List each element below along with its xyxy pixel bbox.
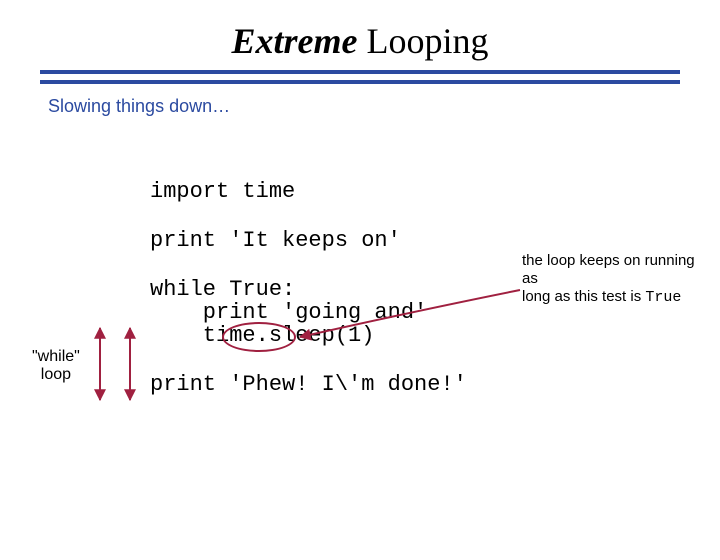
code-line-body1: print 'going and' xyxy=(150,301,467,324)
code-line-print1: print 'It keeps on' xyxy=(150,229,467,252)
annot-line2: long as this test is True xyxy=(522,288,712,307)
loop-annotation: the loop keeps on running as long as thi… xyxy=(522,252,712,307)
while-label-line1: "while" xyxy=(32,348,80,366)
slide-title: Extreme Looping xyxy=(0,20,720,62)
code-line-print2: print 'Phew! I\'m done!' xyxy=(150,373,467,396)
code-line-while: while True: xyxy=(150,278,467,301)
while-loop-label: "while" loop xyxy=(32,348,80,383)
title-rest: Looping xyxy=(357,21,488,61)
code-block: import time print 'It keeps on' while Tr… xyxy=(150,180,467,397)
subtitle: Slowing things down… xyxy=(48,96,720,117)
title-underline xyxy=(40,70,680,84)
code-line-body2: time.sleep(1) xyxy=(150,324,467,347)
title-emphasis: Extreme xyxy=(232,21,358,61)
code-line-import: import time xyxy=(150,180,467,203)
annot-line1: the loop keeps on running as xyxy=(522,252,712,288)
while-label-line2: loop xyxy=(32,366,80,384)
